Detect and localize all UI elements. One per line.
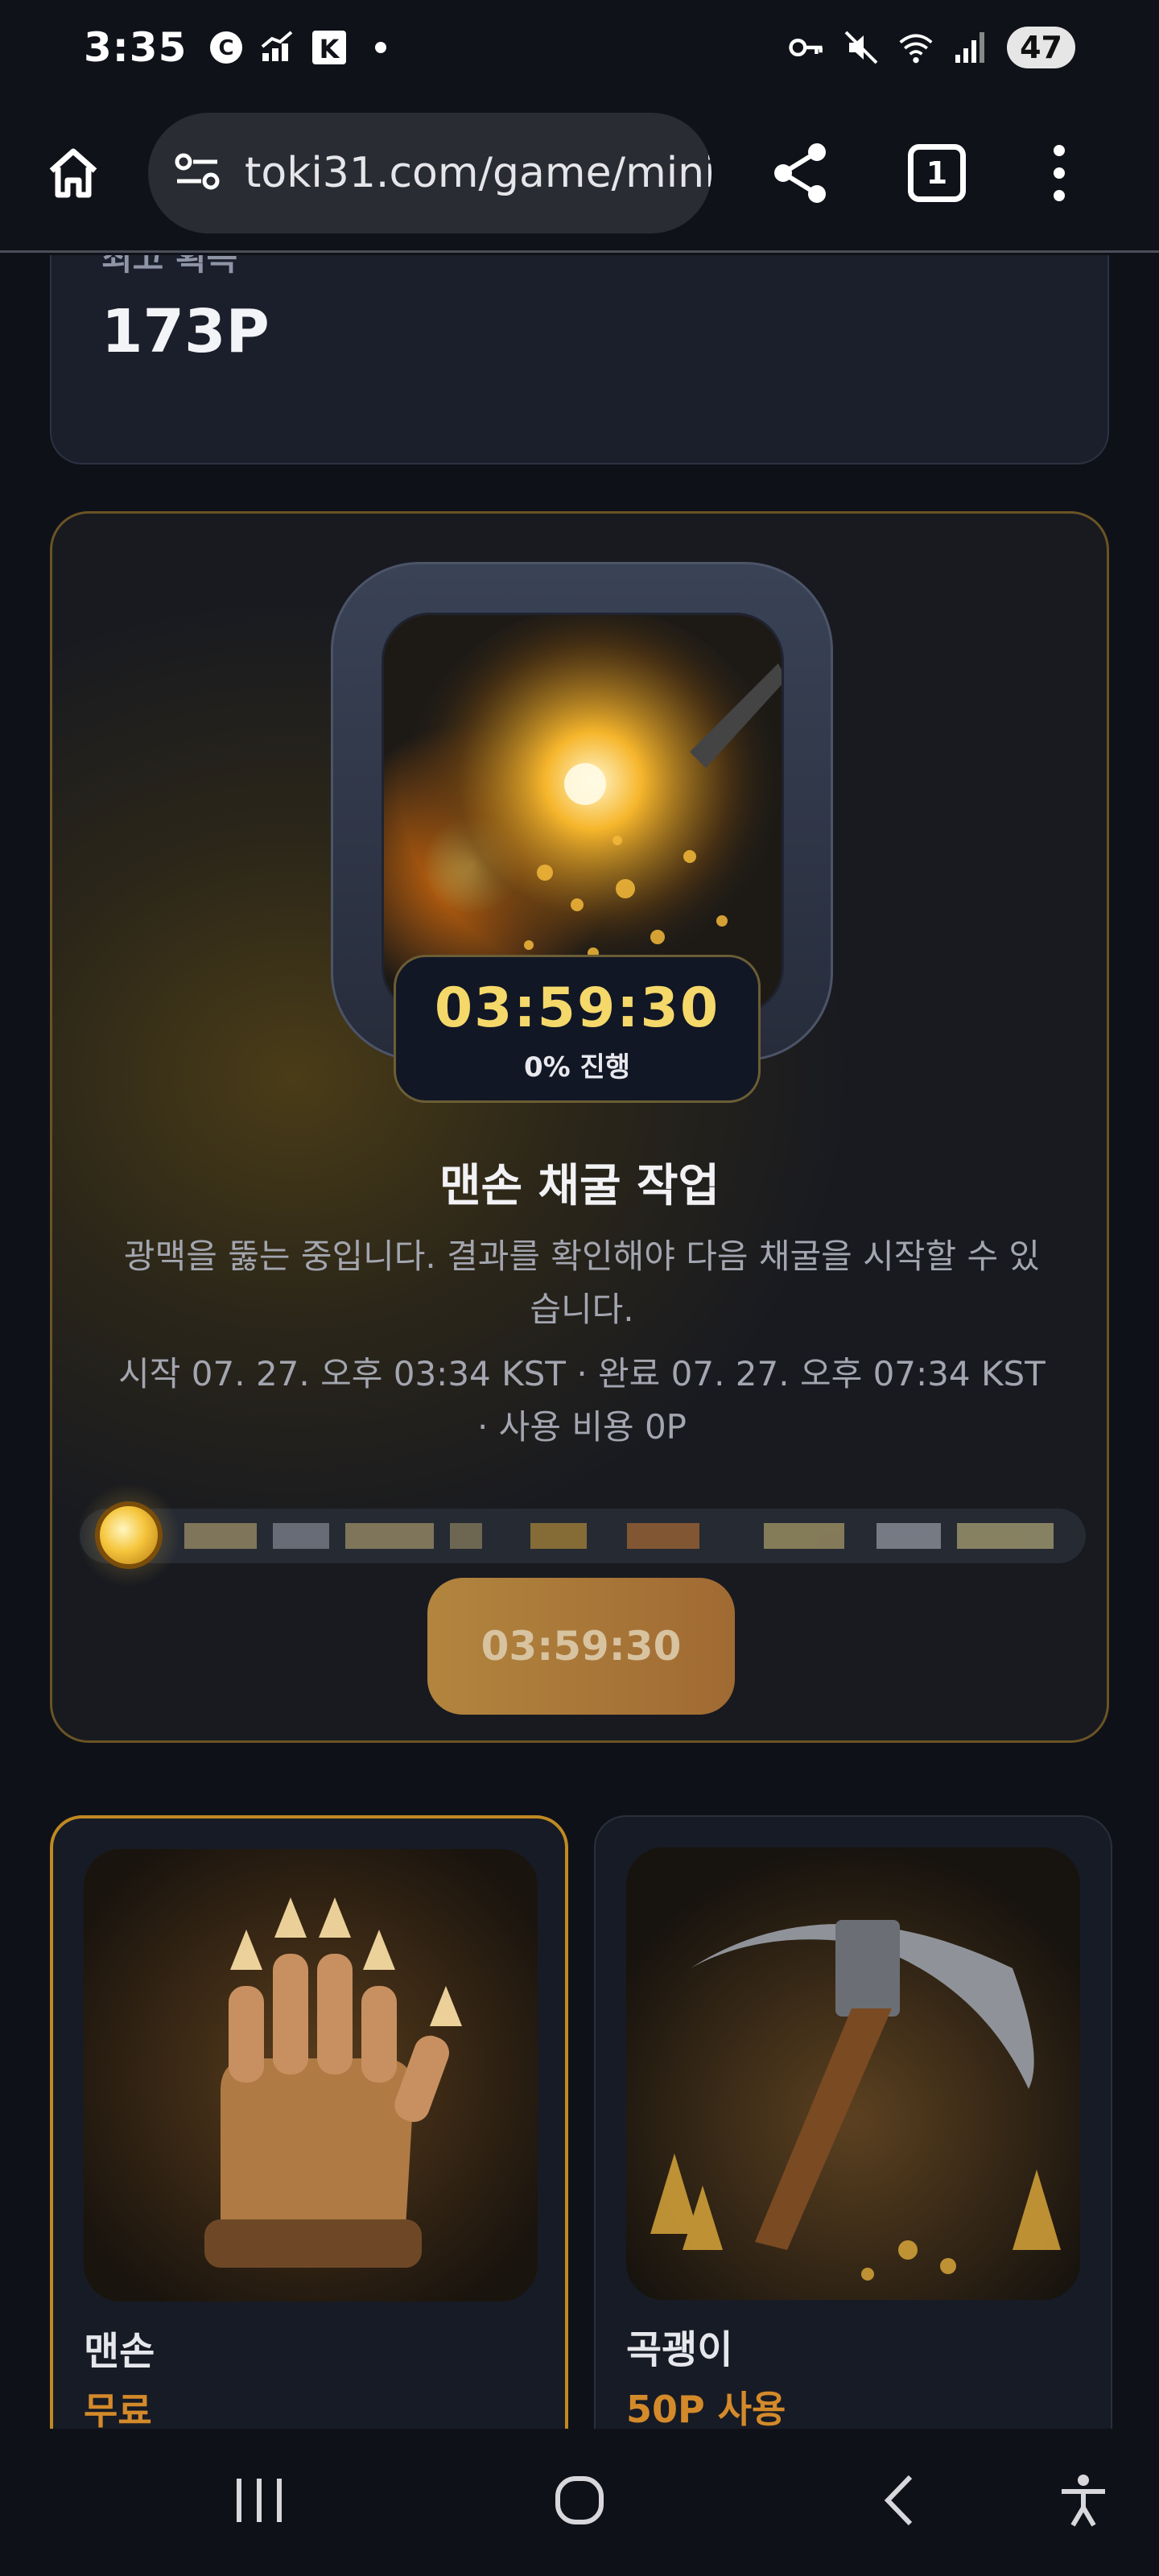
c-app-icon: C bbox=[208, 29, 245, 66]
best-gain-card: 최고 획득 173P bbox=[50, 255, 1109, 464]
key-icon bbox=[788, 29, 825, 66]
address-bar[interactable]: toki31.com/game/minin bbox=[148, 112, 711, 233]
mining-card: 03:59:30 0% 진행 맨손 채굴 작업 광맥을 뚫는 중입니다. 결과를… bbox=[50, 511, 1109, 1743]
tab-switcher-button[interactable]: 1 bbox=[908, 143, 966, 202]
page-content: 최고 획득 173P 03:59:30 0% 진행 맨손 채굴 작업 광맥을 뚫… bbox=[0, 255, 1159, 2429]
accessibility-icon bbox=[1062, 2475, 1105, 2527]
mining-progress-bar bbox=[80, 1509, 1086, 1563]
home-button[interactable] bbox=[35, 135, 111, 211]
tool-cost: 50P 사용 bbox=[626, 2388, 786, 2429]
battery-indicator: 47 bbox=[1007, 27, 1075, 68]
home-circle-icon bbox=[555, 2476, 604, 2524]
tool-name: 맨손 bbox=[84, 2329, 155, 2374]
share-icon bbox=[774, 142, 826, 203]
svg-text:K: K bbox=[320, 34, 340, 64]
best-gain-label: 최고 획득 bbox=[101, 255, 238, 278]
mute-icon bbox=[843, 29, 880, 66]
mining-meta: 시작 07. 27. 오후 03:34 KST · 완료 07. 27. 오후 … bbox=[118, 1354, 1046, 1447]
mining-timer-box: 03:59:30 0% 진행 bbox=[394, 955, 761, 1103]
tool-name: 곡괭이 bbox=[626, 2327, 733, 2372]
progress-orb-icon bbox=[76, 1483, 181, 1587]
mining-timer: 03:59:30 bbox=[434, 976, 720, 1040]
browser-toolbar: toki31.com/game/minin 1 bbox=[0, 95, 1159, 253]
system-nav-bar bbox=[0, 2429, 1159, 2576]
tool-card-pickaxe[interactable]: 곡괭이 50P 사용 bbox=[594, 1815, 1112, 2429]
mining-timer-button[interactable]: 03:59:30 bbox=[427, 1578, 735, 1715]
home-icon bbox=[49, 148, 97, 197]
dot-icon bbox=[362, 29, 399, 66]
status-bar: 3:35 C K 47 bbox=[0, 0, 1159, 95]
share-button[interactable] bbox=[763, 135, 839, 211]
accessibility-button[interactable] bbox=[1051, 2468, 1116, 2533]
recent-apps-button[interactable] bbox=[227, 2468, 291, 2533]
status-time: 3:35 bbox=[84, 24, 188, 71]
url-text: toki31.com/game/minin bbox=[245, 148, 711, 197]
tool-cost: 무료 bbox=[84, 2389, 152, 2429]
mining-progress-text: 0% 진행 bbox=[523, 1051, 631, 1084]
svg-text:C: C bbox=[219, 36, 234, 60]
more-menu-icon[interactable] bbox=[1043, 135, 1075, 211]
mining-title: 맨손 채굴 작업 bbox=[439, 1160, 720, 1212]
mining-description: 광맥을 뚫는 중입니다. 결과를 확인해야 다음 채굴을 시작할 수 있습니다. bbox=[123, 1236, 1041, 1329]
back-button[interactable] bbox=[869, 2468, 934, 2533]
site-settings-icon[interactable] bbox=[172, 149, 224, 197]
back-icon bbox=[884, 2475, 913, 2526]
pickaxe-image bbox=[626, 1847, 1080, 2300]
glove-image bbox=[84, 1849, 538, 2301]
best-gain-value: 173P bbox=[101, 297, 270, 366]
k-app-icon: K bbox=[311, 29, 348, 66]
tool-card-bare-hands[interactable]: 맨손 무료 bbox=[50, 1815, 568, 2429]
home-nav-button[interactable] bbox=[547, 2468, 612, 2533]
recent-apps-icon bbox=[237, 2479, 282, 2522]
stocks-icon bbox=[259, 29, 296, 66]
wifi-icon bbox=[897, 29, 934, 66]
signal-icon bbox=[952, 29, 989, 66]
